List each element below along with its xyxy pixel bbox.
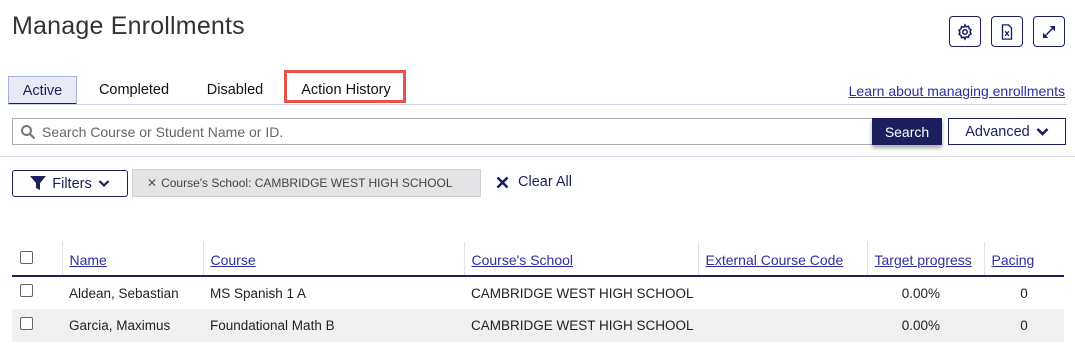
gear-icon [958,22,972,41]
select-all-cell [12,242,62,277]
column-header-target-progress: Target progress [866,242,984,277]
select-all-checkbox[interactable] [20,251,33,264]
enrollments-table: Name Course Course's School External Cou… [12,242,1064,342]
row-select-cell [12,309,62,342]
filter-icon [30,176,47,190]
column-header-name: Name [61,242,203,277]
filters-label: Filters [52,175,92,192]
student-name: Garcia, Maximus [62,309,203,342]
sort-pacing-link[interactable]: Pacing [992,252,1035,268]
chevron-down-icon [1036,127,1049,136]
target-progress: 0.00% [867,309,984,342]
pacing: 0 [984,309,1064,342]
sort-name-link[interactable]: Name [70,252,107,268]
column-header-pacing: Pacing [983,242,1064,277]
clear-all-label: Clear All [518,174,572,190]
filter-chip-label: Course's School: CAMBRIDGE WEST HIGH SCH… [161,176,453,190]
target-progress: 0.00% [901,285,940,301]
course-school: CAMBRIDGE WEST HIGH SCHOOL [464,309,698,342]
clear-all-button[interactable]: Clear All [496,174,572,190]
table-header-row: Name Course Course's School External Cou… [12,242,1064,277]
course-name: MS Spanish 1 A [210,285,307,301]
course-name: Foundational Math B [203,309,464,342]
row-select-cell [12,276,62,309]
search-button[interactable]: Search [872,118,942,145]
expand-icon [1043,25,1055,38]
tab-completed[interactable]: Completed [84,76,184,105]
export-excel-button[interactable] [991,16,1023,47]
expand-button[interactable] [1033,16,1065,47]
column-header-school: Course's School [463,242,698,277]
course-school: CAMBRIDGE WEST HIGH SCHOOL [471,285,694,301]
sort-course-link[interactable]: Course [211,252,256,268]
advanced-label: Advanced [965,123,1030,140]
column-header-course: Course [202,242,464,277]
active-filter-chip[interactable]: ✕ Course's School: CAMBRIDGE WEST HIGH S… [132,169,481,197]
external-course-code [698,276,867,309]
search-icon [21,125,36,140]
page-title: Manage Enrollments [12,12,245,40]
sort-target-progress-link[interactable]: Target progress [875,252,972,268]
filters-button[interactable]: Filters [12,170,128,197]
learn-enrollments-link[interactable]: Learn about managing enrollments [849,83,1065,99]
external-course-code [698,309,867,342]
chevron-down-icon [98,180,110,188]
sort-school-link[interactable]: Course's School [472,252,574,268]
settings-button[interactable] [949,16,981,47]
sort-external-code-link[interactable]: External Course Code [706,252,844,268]
advanced-search-button[interactable]: Advanced [948,118,1066,145]
tabs-divider [8,104,1067,105]
excel-file-icon [1001,23,1013,40]
column-header-external-code: External Course Code [697,242,867,277]
row-checkbox[interactable] [20,316,33,330]
student-name: Aldean, Sebastian [69,285,179,301]
remove-filter-icon[interactable]: ✕ [147,176,157,190]
close-icon [496,176,509,188]
tab-active[interactable]: Active [8,76,77,105]
pacing: 0 [1020,285,1028,301]
search-input[interactable] [40,119,870,144]
tab-action-history[interactable]: Action History [289,76,403,105]
row-checkbox[interactable] [20,284,33,298]
table-row[interactable]: Aldean, Sebastian MS Spanish 1 A CAMBRID… [12,276,1064,309]
search-box [12,118,942,145]
table-row[interactable]: Garcia, Maximus Foundational Math B CAMB… [12,309,1064,342]
section-divider [0,156,1075,157]
tab-disabled[interactable]: Disabled [191,76,279,105]
